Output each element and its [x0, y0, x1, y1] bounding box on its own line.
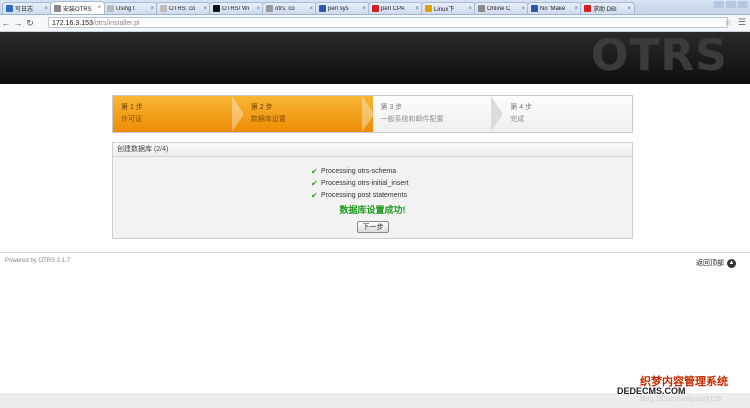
- tab-close-icon[interactable]: ×: [309, 6, 313, 12]
- tab-close-icon[interactable]: ×: [574, 6, 578, 12]
- step-3: 第 3 步 一般系统和邮件配置: [372, 96, 504, 132]
- process-label: Processing post statements: [321, 191, 407, 199]
- tab-label: otrs: co: [275, 5, 295, 12]
- arrow-up-icon: ▲: [727, 258, 736, 268]
- step-1: 第 1 步 许可证: [113, 96, 244, 132]
- browser-tab[interactable]: OTRS/ Wi ×: [209, 2, 264, 14]
- step-number: 第 3 步: [380, 104, 403, 111]
- process-label: Processing otrs-schema: [321, 167, 397, 175]
- watermark-blog: blog.163.com/digoal@126: [640, 396, 722, 403]
- browser-tab[interactable]: Linux下 ×: [421, 2, 476, 14]
- powered-by: Powered by OTRS 3.1.7: [5, 258, 71, 264]
- browser-tab[interactable]: No 'Make ×: [527, 2, 582, 14]
- installer-steps: 第 1 步 许可证 第 2 步 数据库设置 第 3 步 一般系统和邮件配置 第 …: [112, 95, 633, 133]
- tab-label: Linux下: [434, 7, 455, 13]
- tab-favicon-icon: [319, 5, 326, 12]
- tab-favicon-icon: [584, 5, 591, 12]
- browser-tab[interactable]: otrs: co ×: [262, 2, 317, 14]
- tab-favicon-icon: [425, 5, 432, 12]
- step-number: 第 4 步: [510, 104, 533, 111]
- address-path: /otrs/installer.pl: [92, 20, 140, 27]
- watermark-site: DEDECMS.COM: [617, 386, 686, 396]
- step-name: 完成: [510, 116, 525, 123]
- tab-favicon-icon: [372, 5, 379, 12]
- list-item: ✔ Processing otrs-schema: [311, 165, 409, 177]
- browser-tab[interactable]: OTRS: co ×: [156, 2, 211, 14]
- tab-favicon-icon: [6, 5, 13, 12]
- forward-arrow-icon[interactable]: →: [12, 18, 24, 28]
- next-step-button[interactable]: 下一步: [357, 221, 389, 233]
- tab-close-icon[interactable]: ×: [203, 6, 207, 12]
- check-icon: ✔: [311, 178, 318, 188]
- close-icon[interactable]: [738, 1, 748, 8]
- tab-label: perl sys: [328, 5, 349, 12]
- tab-favicon-icon: [531, 5, 538, 12]
- create-database-panel: 创建数据库 (2/4) ✔ Processing otrs-schema ✔ P…: [112, 142, 633, 239]
- tab-favicon-icon: [160, 5, 167, 12]
- address-host: 172.16.3.153: [52, 20, 93, 27]
- tab-label: No 'Make: [540, 5, 566, 12]
- tab-favicon-icon: [266, 5, 273, 12]
- bookmark-star-icon[interactable]: ☆: [724, 17, 732, 28]
- step-name: 一般系统和邮件配置: [380, 116, 444, 123]
- tab-label: Online C: [487, 5, 511, 12]
- tab-close-icon[interactable]: ×: [521, 6, 525, 12]
- browser-tab[interactable]: perl sys ×: [315, 2, 370, 14]
- success-message: 数据库设置成功!: [339, 205, 406, 215]
- tab-favicon-icon: [107, 5, 114, 12]
- tab-favicon-icon: [54, 4, 61, 12]
- list-item: ✔ Processing otrs-initial_insert: [311, 177, 409, 189]
- browser-tab[interactable]: 安装OTRS ×: [50, 1, 105, 14]
- tab-label: perl CPA: [381, 5, 405, 12]
- list-item: ✔ Processing post statements: [311, 189, 409, 201]
- browser-tab[interactable]: 写日志 ×: [2, 2, 52, 14]
- tab-label: 安装OTRS: [63, 6, 92, 13]
- browser-tab-strip: 写日志 × 安装OTRS × Using t × OTRS: co × OTRS/ Wi × otr…: [0, 0, 750, 15]
- tab-close-icon[interactable]: ×: [256, 6, 260, 12]
- check-icon: ✔: [311, 190, 318, 200]
- tab-close-icon[interactable]: ×: [468, 6, 472, 12]
- step-number: 第 1 步: [121, 104, 143, 111]
- process-list: ✔ Processing otrs-schema ✔ Processing ot…: [311, 165, 409, 201]
- tab-close-icon[interactable]: ×: [44, 6, 48, 12]
- panel-title: 创建数据库 (2/4): [113, 143, 632, 157]
- tab-favicon-icon: [478, 5, 485, 12]
- footer-divider: [0, 252, 750, 253]
- browser-tab[interactable]: 求助 DBI ×: [580, 2, 635, 14]
- tab-close-icon[interactable]: ×: [627, 6, 631, 12]
- back-arrow-icon[interactable]: ←: [0, 18, 12, 28]
- minimize-icon[interactable]: [714, 1, 724, 8]
- window-controls: [714, 1, 748, 8]
- tab-label: 写日志: [15, 7, 34, 13]
- browser-tab[interactable]: perl CPA ×: [368, 2, 423, 14]
- back-to-top-link[interactable]: 返回顶部 ▲: [696, 258, 736, 268]
- otrs-logo: OTRS: [591, 30, 728, 81]
- step-number: 第 2 步: [250, 104, 273, 111]
- back-to-top-label: 返回顶部: [696, 260, 724, 267]
- step-name: 许可证: [121, 116, 142, 123]
- tab-label: Using t: [116, 5, 135, 12]
- tab-label: OTRS: co: [169, 5, 196, 12]
- otrs-header: OTRS: [0, 30, 750, 84]
- address-bar[interactable]: 172.16.3.153/otrs/installer.pl: [48, 17, 728, 28]
- process-label: Processing otrs-initial_insert: [321, 179, 409, 187]
- maximize-icon[interactable]: [726, 1, 736, 8]
- reload-icon[interactable]: ↻: [24, 18, 36, 29]
- wrench-menu-icon[interactable]: ☰: [738, 17, 746, 28]
- tab-close-icon[interactable]: ×: [415, 6, 419, 12]
- browser-tab[interactable]: Online C ×: [474, 2, 529, 14]
- browser-tab[interactable]: Using t ×: [103, 2, 158, 14]
- tab-close-icon[interactable]: ×: [97, 5, 101, 11]
- tab-close-icon[interactable]: ×: [362, 6, 366, 12]
- tab-label: 求助 DBI: [593, 7, 617, 13]
- step-2: 第 2 步 数据库设置: [242, 96, 374, 132]
- tab-favicon-icon: [213, 5, 220, 12]
- tab-close-icon[interactable]: ×: [150, 6, 154, 12]
- step-name: 数据库设置: [250, 116, 286, 123]
- step-4: 第 4 步 完成: [502, 96, 632, 132]
- check-icon: ✔: [311, 166, 318, 176]
- tab-label: OTRS/ Wi: [222, 5, 249, 12]
